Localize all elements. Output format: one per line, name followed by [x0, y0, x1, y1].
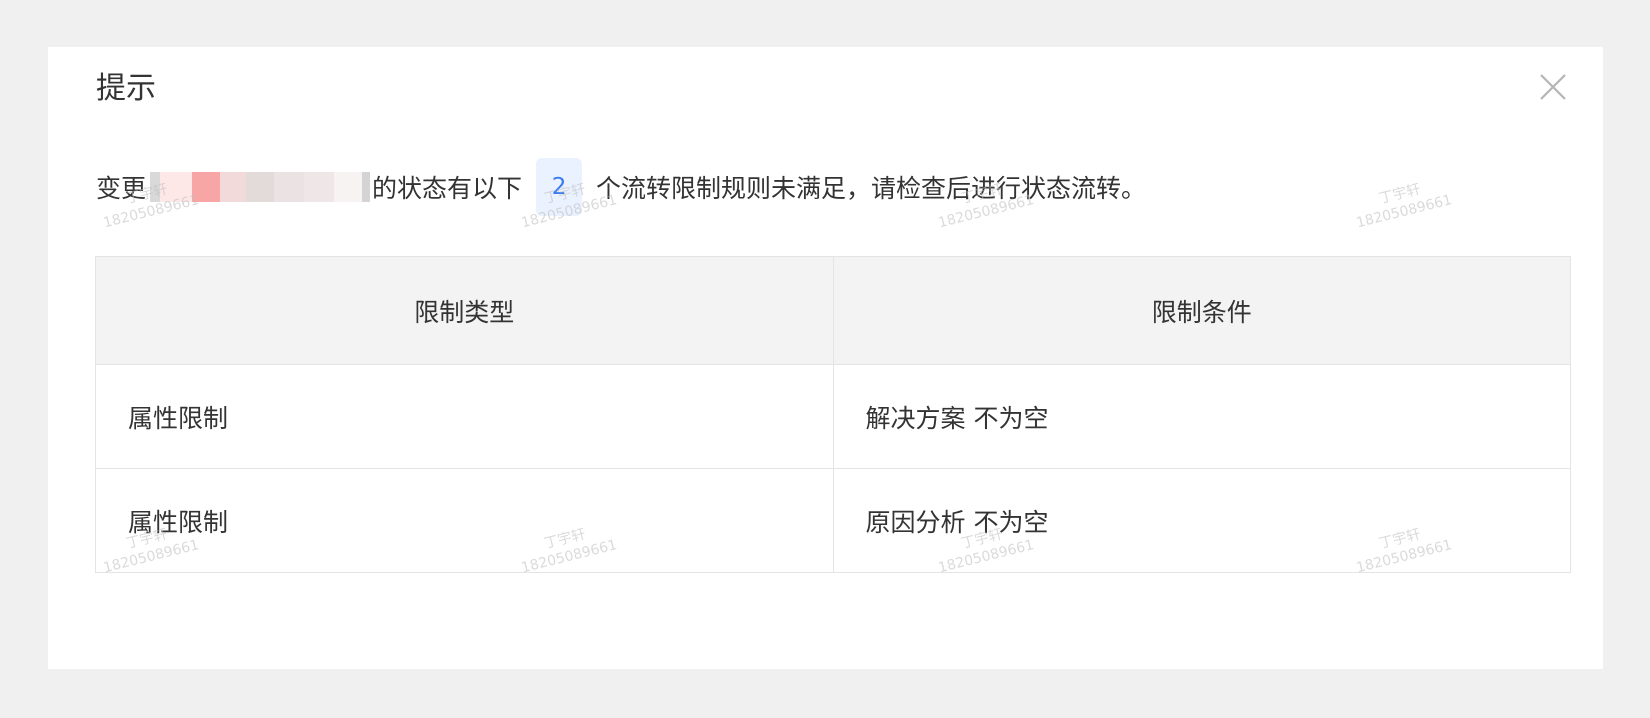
message-suffix: 个流转限制规则未满足，请检查后进行状态流转。	[596, 174, 1147, 203]
count-badge: 2	[536, 158, 583, 216]
column-header-condition: 限制条件	[833, 257, 1570, 365]
message-prefix: 变更	[96, 174, 147, 203]
watermark: 丁宇轩 18205089661	[1350, 174, 1454, 233]
dialog-title: 提示	[96, 71, 156, 106]
redacted-block	[150, 169, 371, 205]
dialog: 提示 变更 的状态有以下 2 个流转限制规则未满足，请检查后进行状态流转。 限制…	[48, 47, 1603, 669]
table-row: 属性限制 解决方案 不为空	[96, 364, 1570, 469]
close-icon	[1540, 74, 1566, 100]
column-header-type: 限制类型	[96, 257, 834, 365]
cell-restriction-condition: 原因分析 不为空	[865, 507, 1049, 537]
table-row: 属性限制 原因分析 不为空	[96, 468, 1570, 572]
cell-restriction-condition: 解决方案 不为空	[833, 364, 1570, 469]
cell-restriction-type: 属性限制	[96, 364, 834, 469]
close-button[interactable]	[1535, 69, 1571, 105]
message-text: 变更 的状态有以下 2 个流转限制规则未满足，请检查后进行状态流转。	[96, 157, 1146, 217]
message-middle: 的状态有以下	[372, 174, 523, 203]
table-header-row: 限制类型 限制条件	[96, 257, 1570, 365]
restriction-table: 限制类型 限制条件 属性限制 解决方案 不为空 属性限制 原因分析 不为空	[95, 256, 1571, 573]
watermark-phone: 18205089661	[1354, 192, 1454, 232]
cell-restriction-type: 属性限制	[96, 468, 834, 572]
watermark-name: 丁宇轩	[1377, 181, 1423, 208]
